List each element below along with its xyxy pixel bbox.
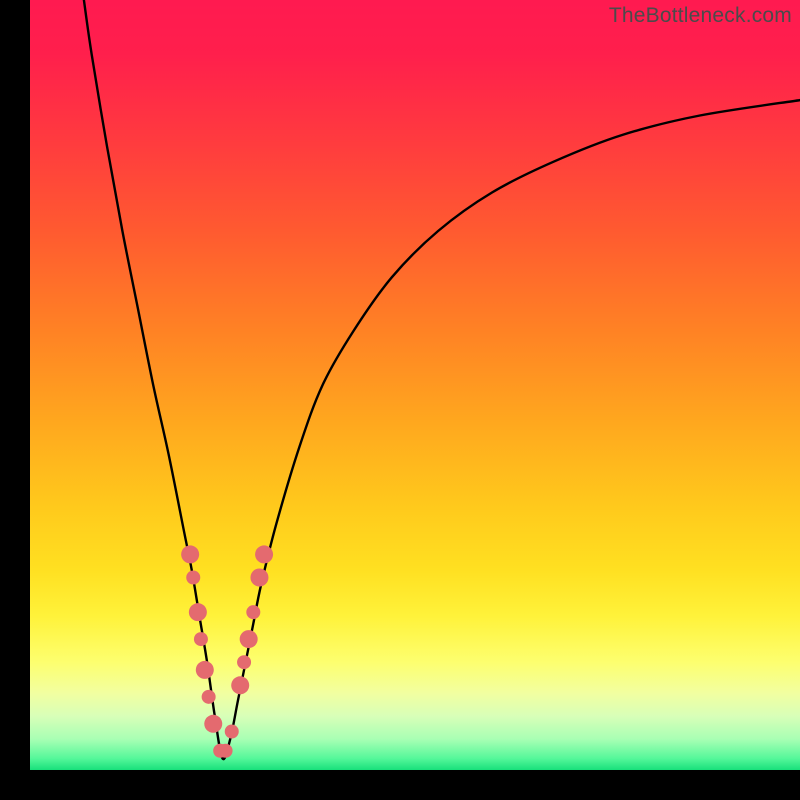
curve-layer: [30, 0, 800, 770]
sample-point: [186, 571, 200, 585]
watermark-text: TheBottleneck.com: [609, 4, 792, 28]
sample-point: [246, 605, 260, 619]
sample-point: [196, 661, 214, 679]
sample-point: [181, 545, 199, 563]
sample-point: [194, 632, 208, 646]
plot-area: TheBottleneck.com: [30, 0, 800, 770]
sample-point: [225, 725, 239, 739]
sample-point: [189, 603, 207, 621]
chart-frame: TheBottleneck.com: [0, 0, 800, 800]
sample-point: [255, 545, 273, 563]
sample-point: [204, 715, 222, 733]
sample-point: [240, 630, 258, 648]
sample-point: [231, 676, 249, 694]
sample-point: [237, 655, 251, 669]
sample-point: [219, 744, 233, 758]
sample-points: [181, 545, 273, 757]
sample-point: [202, 690, 216, 704]
bottleneck-curve: [84, 0, 800, 759]
sample-point: [250, 569, 268, 587]
